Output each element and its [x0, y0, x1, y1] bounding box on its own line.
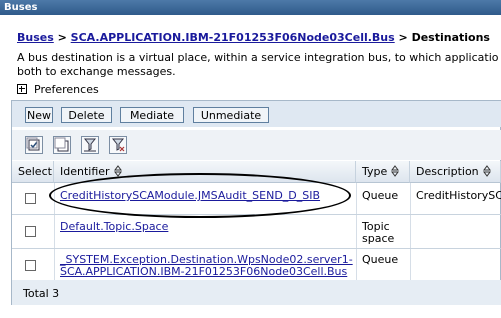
identifier-cell: Default.Topic.Space: [60, 221, 168, 233]
column-header-description[interactable]: Description: [410, 161, 501, 183]
breadcrumb-current: Destinations: [411, 31, 490, 44]
type-cell: Topic space: [362, 221, 394, 245]
unmediate-button[interactable]: Unmediate: [193, 107, 269, 123]
breadcrumb-link-bus[interactable]: SCA.APPLICATION.IBM-21F01253F06Node03Cel…: [71, 31, 395, 44]
type-cell: Queue: [362, 189, 399, 202]
page-description: A bus destination is a virtual place, wi…: [17, 51, 501, 79]
select-all-icon[interactable]: [25, 136, 43, 154]
column-header-type[interactable]: Type: [356, 161, 410, 183]
column-divider: [54, 183, 55, 280]
row-divider: [12, 248, 501, 249]
column-header-identifier[interactable]: Identifier: [54, 161, 356, 183]
column-divider: [410, 183, 411, 280]
breadcrumb: Buses > SCA.APPLICATION.IBM-21F01253F06N…: [17, 31, 490, 44]
sort-arrows-icon[interactable]: [113, 165, 122, 177]
identifier-cell: CreditHistorySCAModule.JMSAudit_SEND_D_S…: [60, 190, 320, 202]
portlet-title-bar: Buses: [0, 0, 501, 15]
new-button[interactable]: New: [25, 107, 53, 123]
description-line: both to exchange messages.: [17, 65, 176, 78]
description-line: A bus destination is a virtual place, wi…: [17, 51, 499, 64]
row-select-checkbox[interactable]: [25, 260, 36, 271]
show-filter-icon[interactable]: [81, 136, 99, 154]
type-line: space: [362, 232, 395, 245]
mediate-button[interactable]: Mediate: [120, 107, 184, 123]
expand-plus-icon: [17, 84, 27, 94]
preferences-label: Preferences: [34, 83, 99, 96]
row-divider: [12, 214, 501, 215]
description-cell: CreditHistorySC: [416, 189, 501, 202]
type-cell: Queue: [362, 253, 399, 266]
breadcrumb-link-buses[interactable]: Buses: [17, 31, 54, 44]
breadcrumb-separator: >: [394, 31, 412, 44]
table-total: Total 3: [12, 280, 501, 305]
destination-link[interactable]: CreditHistorySCAModule.JMSAudit_SEND_D_S…: [60, 189, 320, 202]
clear-filter-icon[interactable]: [109, 136, 127, 154]
deselect-all-icon[interactable]: [53, 136, 71, 154]
delete-button[interactable]: Delete: [61, 107, 112, 123]
breadcrumb-separator: >: [53, 31, 71, 44]
column-header-select: Select: [12, 161, 54, 183]
sort-arrows-icon[interactable]: [482, 165, 491, 177]
destination-link[interactable]: Default.Topic.Space: [60, 220, 168, 233]
preferences-toggle[interactable]: Preferences: [17, 83, 99, 96]
row-select-checkbox[interactable]: [25, 226, 36, 237]
column-divider: [356, 183, 357, 280]
destination-link[interactable]: SCA.APPLICATION.IBM-21F01253F06Node03Cel…: [60, 266, 353, 278]
row-select-checkbox[interactable]: [25, 193, 36, 204]
sort-arrows-icon[interactable]: [391, 165, 400, 177]
identifier-cell: _SYSTEM.Exception.Destination.WpsNode02.…: [60, 254, 353, 278]
